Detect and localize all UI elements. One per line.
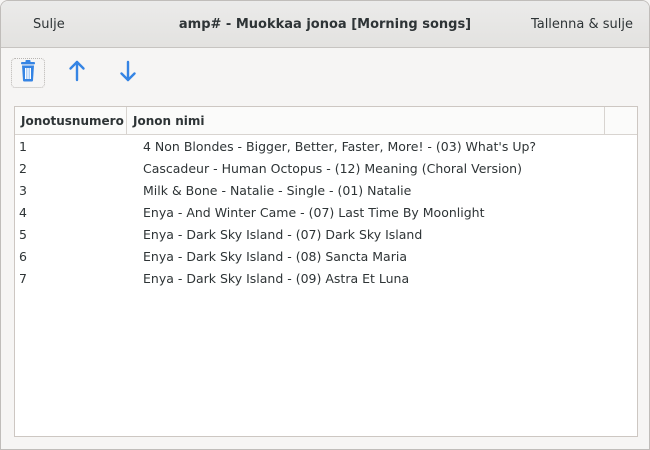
table-row[interactable]: 6 Enya - Dark Sky Island - (08) Sancta M… — [15, 246, 637, 268]
table-row[interactable]: 3 Milk & Bone - Natalie - Single - (01) … — [15, 180, 637, 202]
close-button[interactable]: Sulje — [21, 1, 77, 48]
table-row[interactable]: 5 Enya - Dark Sky Island - (07) Dark Sky… — [15, 224, 637, 246]
row-number: 2 — [19, 161, 27, 176]
row-name: Enya - And Winter Came - (07) Last Time … — [143, 205, 485, 220]
column-header-queue-name[interactable]: Jonon nimi — [127, 107, 605, 135]
delete-button[interactable] — [11, 58, 45, 88]
row-number: 4 — [19, 205, 27, 220]
row-number: 6 — [19, 249, 27, 264]
queue-editor-window: Sulje amp# - Muokkaa jonoa [Morning song… — [0, 0, 650, 450]
table-body: 1 4 Non Blondes - Bigger, Better, Faster… — [15, 136, 637, 290]
row-name: Enya - Dark Sky Island - (08) Sancta Mar… — [143, 249, 407, 264]
row-number: 3 — [19, 183, 27, 198]
move-up-button[interactable] — [60, 58, 94, 88]
row-name: Enya - Dark Sky Island - (09) Astra Et L… — [143, 271, 410, 286]
header-bar: Sulje amp# - Muokkaa jonoa [Morning song… — [1, 1, 649, 48]
queue-table: Jonotusnumero Jonon nimi 1 4 Non Blondes… — [14, 106, 638, 437]
table-row[interactable]: 4 Enya - And Winter Came - (07) Last Tim… — [15, 202, 637, 224]
table-row[interactable]: 1 4 Non Blondes - Bigger, Better, Faster… — [15, 136, 637, 158]
row-number: 5 — [19, 227, 27, 242]
trash-icon — [17, 59, 39, 87]
arrow-up-icon — [67, 60, 87, 86]
table-header: Jonotusnumero Jonon nimi — [15, 107, 637, 135]
move-down-button[interactable] — [111, 58, 145, 88]
row-name: Cascadeur - Human Octopus - (12) Meaning… — [143, 161, 522, 176]
column-header-queue-number[interactable]: Jonotusnumero — [15, 107, 127, 135]
row-name: Milk & Bone - Natalie - Single - (01) Na… — [143, 183, 412, 198]
save-and-close-button[interactable]: Tallenna & sulje — [521, 1, 643, 48]
column-header-empty[interactable] — [605, 107, 638, 135]
row-name: Enya - Dark Sky Island - (07) Dark Sky I… — [143, 227, 423, 242]
table-row[interactable]: 7 Enya - Dark Sky Island - (09) Astra Et… — [15, 268, 637, 290]
table-row[interactable]: 2 Cascadeur - Human Octopus - (12) Meani… — [15, 158, 637, 180]
row-number: 7 — [19, 271, 27, 286]
arrow-down-icon — [118, 60, 138, 86]
row-number: 1 — [19, 139, 27, 154]
row-name: 4 Non Blondes - Bigger, Better, Faster, … — [143, 139, 537, 154]
